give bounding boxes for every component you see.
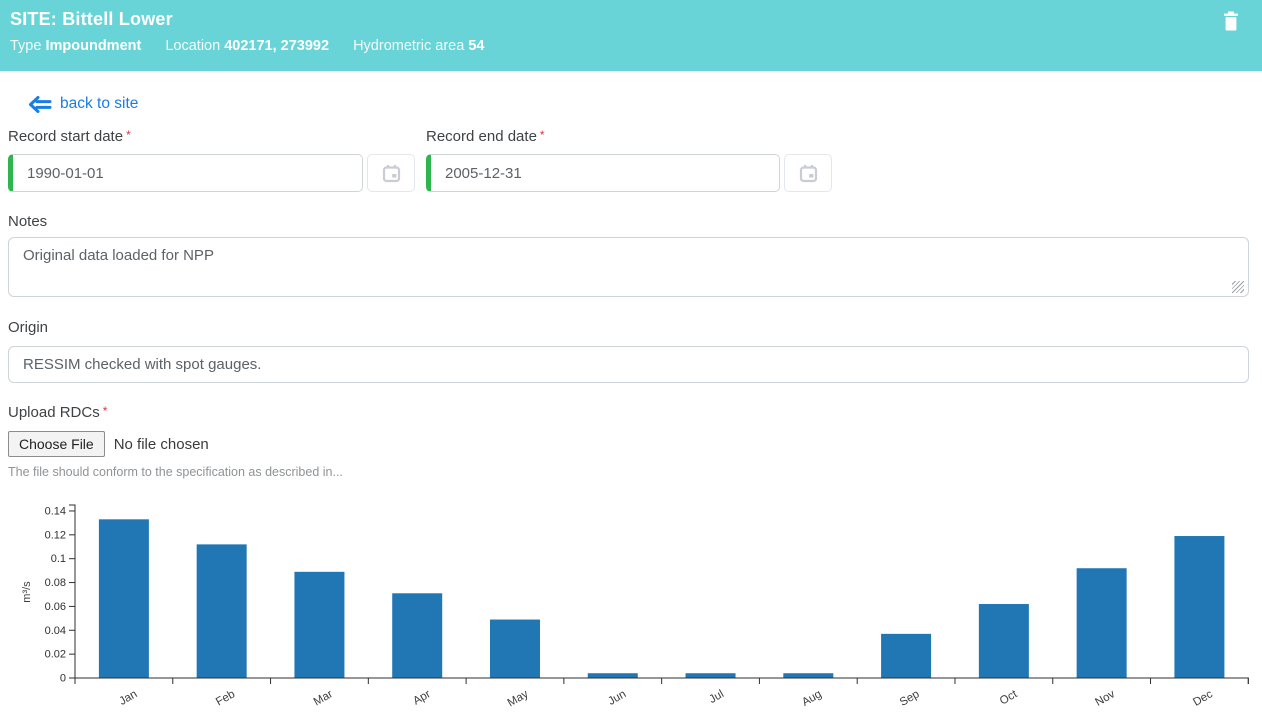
- monthly-flow-chart: 0 0.02 0.04 0.06 0.08 0.1 0.12 0.14 Jan Feb Mar Apr…: [0, 495, 1262, 715]
- notes-label: Notes: [8, 213, 47, 230]
- y-tick-label: 0.1: [51, 553, 66, 565]
- site-meta: Type Impoundment Location 402171, 273992…: [10, 38, 1250, 54]
- x-tick-label: Sep: [898, 688, 922, 709]
- calendar-icon: [382, 164, 401, 183]
- required-asterisk: *: [126, 128, 131, 142]
- y-tick-label: 0.08: [45, 577, 66, 589]
- end-date-calendar-button[interactable]: [784, 154, 832, 192]
- start-date-input[interactable]: [8, 154, 363, 192]
- page-title: SITE: Bittell Lower: [10, 9, 1250, 30]
- upload-help-text: The file should conform to the specifica…: [8, 465, 343, 479]
- y-axis-label: m³/s: [21, 581, 33, 603]
- x-tick-label: Dec: [1191, 688, 1215, 709]
- end-date-label: Record end date*: [426, 128, 545, 145]
- choose-file-button[interactable]: Choose File: [8, 431, 105, 457]
- delete-record-button[interactable]: [1222, 11, 1240, 33]
- origin-label: Origin: [8, 319, 48, 336]
- x-tick-label: Jun: [606, 688, 628, 708]
- site-location: Location 402171, 273992: [165, 38, 329, 54]
- chart-bar: [294, 572, 344, 678]
- origin-input[interactable]: [8, 346, 1249, 383]
- site-hydrometric-area: Hydrometric area 54: [353, 38, 484, 54]
- y-tick-label: 0.04: [45, 625, 66, 637]
- site-type: Type Impoundment: [10, 38, 141, 54]
- x-tick-label: May: [506, 688, 531, 709]
- chart-bar: [588, 673, 638, 678]
- upload-label: Upload RDCs*: [8, 404, 107, 421]
- y-tick-label: 0.02: [45, 649, 66, 661]
- chart-bar: [99, 519, 149, 678]
- end-date-group: [426, 154, 832, 192]
- trash-icon: [1222, 11, 1240, 33]
- required-asterisk: *: [103, 404, 108, 418]
- back-arrow-icon: [28, 96, 52, 113]
- chart-bar: [686, 673, 736, 678]
- end-date-input[interactable]: [426, 154, 780, 192]
- x-tick-label: Nov: [1093, 688, 1117, 709]
- y-tick-label: 0.14: [45, 505, 66, 517]
- chart-bar: [1174, 536, 1224, 678]
- start-date-group: [8, 154, 415, 192]
- notes-textarea[interactable]: Original data loaded for NPP: [8, 237, 1249, 297]
- chart-bar: [1077, 568, 1127, 678]
- x-tick-label: Aug: [800, 688, 824, 709]
- y-tick-label: 0: [60, 673, 66, 685]
- chart-bar: [490, 620, 540, 678]
- back-to-site-link[interactable]: back to site: [28, 95, 138, 113]
- site-header: SITE: Bittell Lower Type Impoundment Loc…: [0, 0, 1262, 71]
- chart-bar: [783, 673, 833, 678]
- start-date-label: Record start date*: [8, 128, 131, 145]
- x-tick-label: Apr: [411, 688, 433, 707]
- chart-bar: [392, 593, 442, 678]
- back-link-label: back to site: [60, 95, 138, 113]
- chart-bar: [881, 634, 931, 678]
- required-asterisk: *: [540, 128, 545, 142]
- x-tick-label: Mar: [312, 688, 335, 708]
- y-tick-label: 0.12: [45, 529, 66, 541]
- calendar-icon: [799, 164, 818, 183]
- x-tick-label: Jan: [117, 688, 139, 708]
- y-tick-label: 0.06: [45, 601, 66, 613]
- chart-bar: [197, 544, 247, 678]
- file-upload-row: Choose File No file chosen: [8, 431, 209, 457]
- x-tick-label: Feb: [214, 688, 237, 708]
- start-date-calendar-button[interactable]: [367, 154, 415, 192]
- x-tick-label: Jul: [707, 688, 726, 706]
- chart-bar: [979, 604, 1029, 678]
- x-tick-label: Oct: [998, 688, 1020, 708]
- file-status-text: No file chosen: [114, 436, 209, 453]
